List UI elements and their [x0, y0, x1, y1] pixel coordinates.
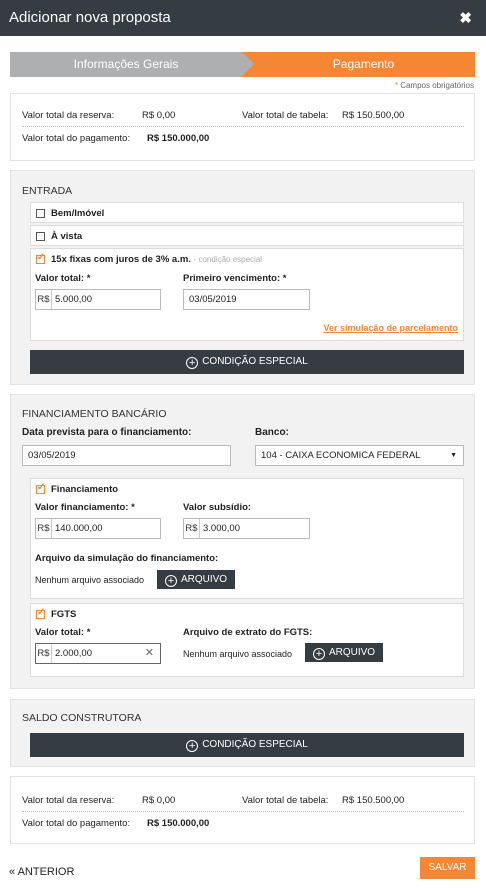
option-parcelado-box: 15x fixas com juros de 3% a.m. - condiçã…	[30, 248, 464, 341]
saldo-condicao-especial-button[interactable]: + CONDIÇÃO ESPECIAL	[30, 733, 464, 757]
subsidio-value: 3.000,00	[203, 523, 240, 534]
financiamento-checkbox-label: Financiamento	[51, 484, 119, 495]
option-avista-row[interactable]: À vista	[30, 225, 464, 246]
vencimento-label: Primeiro vencimento: *	[183, 273, 287, 284]
condicao-label: CONDIÇÃO ESPECIAL	[202, 356, 308, 367]
valor-total-input[interactable]: R$ 5.000,00	[35, 289, 161, 310]
arquivo-simulacao-label: Arquivo da simulação do financiamento:	[35, 553, 219, 564]
clear-icon[interactable]: ✕	[145, 644, 154, 663]
tabela-value: R$ 150.500,00	[342, 110, 405, 121]
arquivo-label: ARQUIVO	[180, 574, 228, 585]
valor-financiamento-input[interactable]: R$ 140.000,00	[35, 518, 161, 539]
wizard-steps: Informações Gerais Pagamento	[10, 52, 475, 77]
arquivo-simulacao-button[interactable]: + ARQUIVO	[157, 570, 235, 589]
data-prevista-label: Data prevista para o financiamento:	[22, 427, 192, 438]
fgts-arquivo-none: Nenhum arquivo associado	[183, 649, 293, 659]
salvar-button[interactable]: SALVAR	[420, 857, 475, 879]
subsidio-input[interactable]: R$ 3.000,00	[183, 518, 310, 539]
banco-value: 104 - CAIXA ECONOMICA FEDERAL	[261, 450, 421, 461]
financiamento-checkbox[interactable]	[36, 482, 45, 494]
divider	[22, 126, 464, 127]
avista-label: À vista	[51, 231, 83, 242]
option-bem-row[interactable]: Bem/Imóvel	[30, 202, 464, 223]
saldo-section: SALDO CONSTRUTORA + CONDIÇÃO ESPECIAL	[10, 699, 475, 767]
vencimento-input[interactable]: 03/05/2019	[183, 289, 310, 310]
fgts-arquivo-button[interactable]: + ARQUIVO	[305, 643, 383, 662]
banco-label: Banco:	[255, 427, 289, 438]
tabela-label: Valor total de tabela:	[242, 110, 329, 121]
entrada-condicao-especial-button[interactable]: + CONDIÇÃO ESPECIAL	[30, 350, 464, 374]
plus-circle-icon: +	[186, 357, 199, 369]
saldo-condicao-label: CONDIÇÃO ESPECIAL	[202, 739, 308, 750]
anterior-link[interactable]: « ANTERIOR	[9, 866, 74, 878]
tabela-value: R$ 150.500,00	[342, 795, 405, 806]
vencimento-value: 03/05/2019	[189, 294, 237, 305]
pagamento-value: R$ 150.000,00	[147, 818, 210, 829]
currency-prefix: R$	[36, 290, 52, 309]
reserva-value: R$ 0,00	[142, 795, 176, 806]
tabela-label: Valor total de tabela:	[242, 795, 329, 806]
currency-prefix: R$	[36, 519, 52, 538]
currency-prefix: R$	[184, 519, 200, 538]
divider	[22, 811, 464, 812]
currency-prefix: R$	[36, 644, 52, 663]
fgts-arquivo-button-label: ARQUIVO	[328, 647, 376, 658]
bem-label: Bem/Imóvel	[51, 208, 105, 219]
bem-checkbox[interactable]	[36, 209, 45, 218]
modal-title: Adicionar nova proposta	[9, 9, 171, 26]
modal-header: Adicionar nova proposta ✖	[0, 0, 486, 36]
fgts-box: FGTS Valor total: * R$ 2.000,00 ✕ Arquiv…	[30, 603, 464, 677]
plus-circle-icon: +	[164, 575, 177, 587]
summary-bottom: Valor total da reserva: R$ 0,00 Valor to…	[10, 776, 475, 844]
fgts-valor-label: Valor total: *	[35, 627, 91, 638]
chevron-down-icon: ▼	[450, 452, 457, 459]
fgts-label: FGTS	[51, 609, 77, 620]
required-note-text: Campos obrigatórios	[400, 81, 474, 90]
valor-financiamento-value: 140.000,00	[55, 523, 103, 534]
step-informacoes-gerais[interactable]: Informações Gerais	[10, 52, 242, 77]
reserva-label: Valor total da reserva:	[22, 110, 115, 121]
fgts-valor-input[interactable]: R$ 2.000,00 ✕	[35, 643, 161, 664]
step-pagamento[interactable]: Pagamento	[242, 52, 475, 77]
parcelado-checkbox[interactable]	[36, 252, 45, 264]
data-prevista-input[interactable]: 03/05/2019	[22, 445, 231, 466]
pagamento-value: R$ 150.000,00	[147, 133, 210, 144]
parcelado-note: - condição especial	[193, 255, 263, 264]
banco-select[interactable]: 104 - CAIXA ECONOMICA FEDERAL ▼	[255, 445, 464, 466]
valor-total-value: 5.000,00	[55, 294, 92, 305]
subsidio-label: Valor subsídio:	[183, 502, 252, 513]
entrada-title: ENTRADA	[22, 185, 73, 197]
close-icon[interactable]: ✖	[459, 9, 472, 27]
plus-circle-icon: +	[312, 648, 325, 660]
plus-circle-icon: +	[186, 740, 199, 752]
fgts-checkbox[interactable]	[36, 607, 45, 619]
entrada-section: ENTRADA Bem/Imóvel À vista 15x fixas com…	[10, 170, 475, 385]
financiamento-section: FINANCIAMENTO BANCÁRIO Data prevista par…	[10, 394, 475, 689]
valor-financiamento-label: Valor financiamento: *	[35, 502, 135, 513]
fgts-arquivo-label: Arquivo de extrato do FGTS:	[183, 627, 313, 638]
pagamento-label: Valor total do pagamento:	[22, 818, 131, 829]
simulacao-link[interactable]: Ver simulação de parcelamento	[323, 323, 458, 333]
financiamento-box: Financiamento Valor financiamento: * R$ …	[30, 478, 464, 599]
summary-top: Valor total da reserva: R$ 0,00 Valor to…	[10, 93, 475, 161]
reserva-value: R$ 0,00	[142, 110, 176, 121]
avista-checkbox[interactable]	[36, 232, 45, 241]
parcelado-label: 15x fixas com juros de 3% a.m. - condiçã…	[51, 254, 263, 265]
step-arrow	[242, 52, 254, 76]
pagamento-label: Valor total do pagamento:	[22, 133, 131, 144]
arquivo-none-text: Nenhum arquivo associado	[35, 575, 145, 585]
valor-total-label: Valor total: *	[35, 273, 91, 284]
financiamento-title: FINANCIAMENTO BANCÁRIO	[22, 408, 167, 420]
data-prevista-value: 03/05/2019	[28, 450, 76, 461]
reserva-label: Valor total da reserva:	[22, 795, 115, 806]
saldo-title: SALDO CONSTRUTORA	[22, 712, 142, 724]
required-note: * Campos obrigatórios	[394, 81, 474, 90]
fgts-valor-value: 2.000,00	[55, 648, 92, 659]
